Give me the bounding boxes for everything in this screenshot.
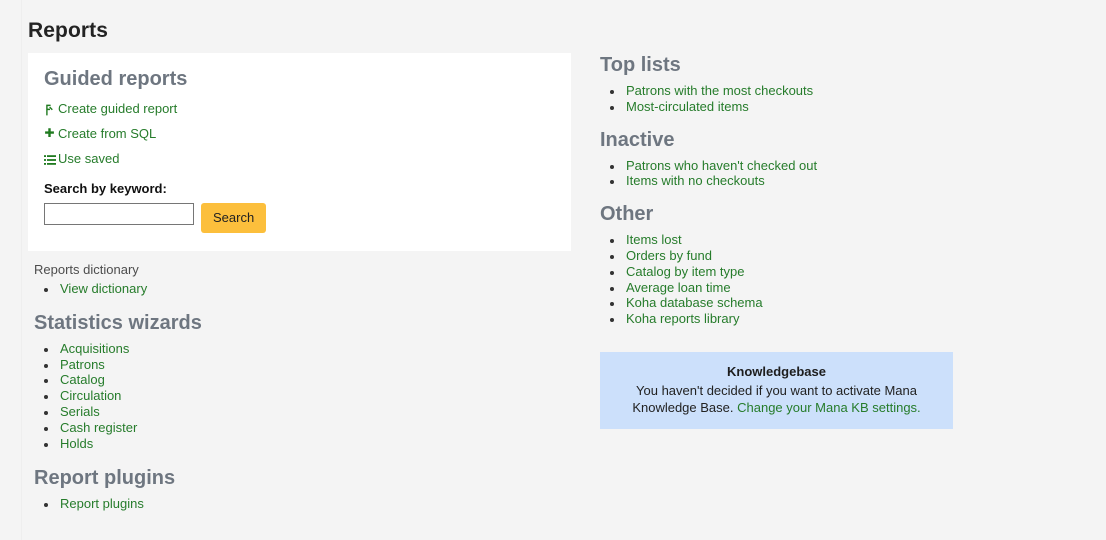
guided-reports-card: Guided reports Create guided report Crea…: [28, 53, 571, 251]
create-guided-report-link[interactable]: Create guided report: [44, 101, 555, 117]
statistics-wizards-heading: Statistics wizards: [34, 311, 202, 334]
guided-reports-heading: Guided reports: [44, 68, 188, 90]
report-plugins-list: Report plugins: [28, 496, 577, 512]
top-lists-heading: Top lists: [600, 54, 681, 76]
report-plugins-heading: Report plugins: [34, 467, 176, 490]
list-item: Average loan time: [624, 280, 1000, 296]
orders-by-fund-link[interactable]: Orders by fund: [626, 248, 712, 263]
list-item: Koha database schema: [624, 295, 1000, 311]
koha-database-schema-link[interactable]: Koha database schema: [626, 295, 763, 310]
inactive-list: Patrons who haven't checked out Items wi…: [600, 158, 1000, 190]
list-item: Serials: [58, 404, 577, 420]
create-from-sql-label: Create from SQL: [58, 126, 157, 141]
list-item: Orders by fund: [624, 248, 1000, 264]
catalog-by-item-type-link[interactable]: Catalog by item type: [626, 264, 745, 279]
koha-reports-library-link[interactable]: Koha reports library: [626, 311, 739, 326]
patrons-most-checkouts-link[interactable]: Patrons with the most checkouts: [626, 83, 813, 98]
use-saved-link[interactable]: Use saved: [44, 151, 555, 167]
right-column: Top lists Patrons with the most checkout…: [600, 53, 1000, 429]
list-item: Holds: [58, 436, 577, 452]
reports-dictionary-heading: Reports dictionary: [34, 262, 139, 277]
stat-wizard-holds-link[interactable]: Holds: [60, 436, 93, 451]
items-lost-link[interactable]: Items lost: [626, 232, 682, 247]
list-item: Patrons with the most checkouts: [624, 83, 1000, 99]
list-item: Catalog: [58, 372, 577, 388]
search-button[interactable]: Search: [201, 203, 267, 233]
list-item: Report plugins: [58, 496, 577, 512]
reports-dictionary-block: Reports dictionary View dictionary: [28, 261, 577, 297]
other-heading: Other: [600, 203, 654, 226]
stat-wizard-serials-link[interactable]: Serials: [60, 404, 100, 419]
patrons-not-checked-out-link[interactable]: Patrons who haven't checked out: [626, 158, 817, 173]
main-content-container: Reports Guided reports Create guided rep…: [21, 0, 1106, 540]
report-plugins-link[interactable]: Report plugins: [60, 496, 144, 511]
list-item: Catalog by item type: [624, 264, 1000, 280]
search-form: Search: [44, 203, 555, 233]
list-item: Items with no checkouts: [624, 173, 1000, 189]
stat-wizard-circulation-link[interactable]: Circulation: [60, 388, 121, 403]
list-item: View dictionary: [58, 281, 577, 297]
mana-kb-settings-link[interactable]: Change your Mana KB settings.: [737, 400, 921, 415]
magic-wand-icon: [44, 104, 58, 117]
create-guided-report-label: Create guided report: [58, 101, 178, 116]
search-input[interactable]: [44, 203, 194, 225]
list-item: Items lost: [624, 232, 1000, 248]
stat-wizard-acquisitions-link[interactable]: Acquisitions: [60, 341, 129, 356]
list-item: Cash register: [58, 420, 577, 436]
knowledgebase-panel: Knowledgebase You haven't decided if you …: [600, 351, 953, 429]
average-loan-time-link[interactable]: Average loan time: [626, 280, 731, 295]
statistics-wizards-list: Acquisitions Patrons Catalog Circulation…: [28, 341, 577, 452]
search-by-keyword-label: Search by keyword:: [44, 181, 167, 196]
stat-wizard-catalog-link[interactable]: Catalog: [60, 372, 105, 387]
plus-icon: [44, 127, 58, 142]
reports-dictionary-list: View dictionary: [34, 281, 577, 297]
stat-wizard-patrons-link[interactable]: Patrons: [60, 357, 105, 372]
items-no-checkouts-link[interactable]: Items with no checkouts: [626, 173, 765, 188]
list-item: Acquisitions: [58, 341, 577, 357]
list-item: Patrons: [58, 357, 577, 373]
list-item: Most-circulated items: [624, 99, 1000, 115]
other-list: Items lost Orders by fund Catalog by ite…: [600, 232, 1000, 327]
create-from-sql-link[interactable]: Create from SQL: [44, 126, 555, 142]
list-item: Koha reports library: [624, 311, 1000, 327]
use-saved-label: Use saved: [58, 151, 120, 166]
list-item: Patrons who haven't checked out: [624, 158, 1000, 174]
reports-page: Reports Guided reports Create guided rep…: [0, 0, 1106, 540]
stat-wizard-cash-register-link[interactable]: Cash register: [60, 420, 137, 435]
knowledgebase-title: Knowledgebase: [727, 363, 826, 379]
view-dictionary-link[interactable]: View dictionary: [60, 281, 147, 296]
inactive-heading: Inactive: [600, 128, 675, 151]
top-lists-list: Patrons with the most checkouts Most-cir…: [600, 83, 1000, 115]
list-icon: [44, 154, 58, 167]
left-column: Guided reports Create guided report Crea…: [28, 53, 577, 512]
page-title: Reports: [28, 19, 109, 42]
list-item: Circulation: [58, 388, 577, 404]
most-circulated-items-link[interactable]: Most-circulated items: [626, 99, 749, 114]
